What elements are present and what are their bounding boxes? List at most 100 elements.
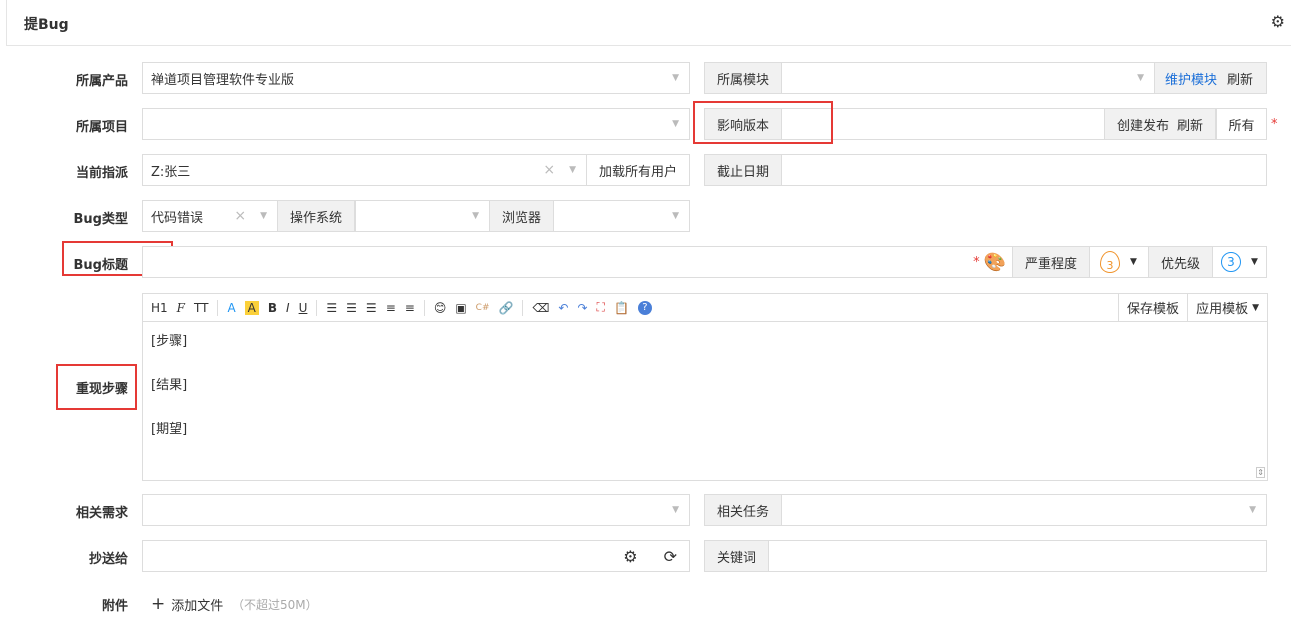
label-files: 附件 bbox=[101, 599, 128, 614]
deadline-label: 截止日期 bbox=[704, 154, 783, 186]
unordered-list-icon[interactable]: ≡ bbox=[405, 301, 415, 315]
plus-icon: + bbox=[151, 594, 166, 614]
module-label: 所属模块 bbox=[704, 62, 783, 94]
required-mark: * bbox=[973, 254, 980, 270]
load-all-label: 加载所有用户 bbox=[598, 164, 677, 180]
page-title: 提Bug bbox=[24, 17, 69, 33]
severity-label: 严重程度 bbox=[1012, 246, 1091, 278]
clear-icon[interactable]: × bbox=[539, 162, 559, 178]
keywords-label: 关键词 bbox=[704, 540, 770, 572]
project-select[interactable]: ▼ bbox=[142, 108, 690, 140]
align-center-icon[interactable]: ☰ bbox=[346, 301, 357, 315]
italic-button[interactable]: I bbox=[286, 301, 290, 315]
assign-select[interactable]: Z:张三 × ▼ bbox=[142, 154, 587, 186]
align-left-icon[interactable]: ☰ bbox=[326, 301, 337, 315]
flame-icon: 3 bbox=[1100, 251, 1120, 273]
module-select[interactable]: ▼ bbox=[781, 62, 1155, 94]
highlight-box bbox=[56, 364, 137, 410]
create-release-link[interactable]: 创建发布 bbox=[1117, 115, 1169, 134]
save-template-button[interactable]: 保存模板 bbox=[1118, 294, 1187, 321]
code-icon[interactable]: C# bbox=[476, 303, 490, 313]
type-value: 代码错误 bbox=[151, 210, 204, 226]
emoji-icon[interactable]: 😊 bbox=[434, 301, 447, 315]
refresh-icon[interactable]: ⟳ bbox=[664, 547, 677, 566]
all-label: 所有 bbox=[1228, 118, 1255, 134]
align-right-icon[interactable]: ☰ bbox=[366, 301, 377, 315]
deadline-input[interactable] bbox=[781, 154, 1267, 186]
label-product: 所属产品 bbox=[75, 74, 128, 89]
refresh-build-link[interactable]: 刷新 bbox=[1177, 115, 1203, 134]
label-mailto: 抄送给 bbox=[88, 552, 128, 567]
file-size-hint: （不超过50M） bbox=[232, 598, 318, 612]
redo-icon[interactable]: ↷ bbox=[577, 301, 587, 315]
os-select[interactable]: ▼ bbox=[355, 200, 490, 232]
browser-label: 浏览器 bbox=[489, 200, 555, 232]
product-select[interactable]: 禅道项目管理软件专业版 ▼ bbox=[142, 62, 690, 94]
eraser-icon[interactable]: ⌫ bbox=[532, 301, 549, 315]
task-label: 相关任务 bbox=[704, 494, 783, 526]
heading-button[interactable]: H1 bbox=[151, 301, 168, 315]
type-select[interactable]: 代码错误 × ▼ bbox=[142, 200, 278, 232]
all-builds-button[interactable]: 所有 bbox=[1216, 108, 1267, 140]
story-select[interactable]: ▼ bbox=[142, 494, 690, 526]
chevron-down-icon: ▼ bbox=[1249, 505, 1256, 515]
gear-icon[interactable]: ⚙ bbox=[1271, 12, 1285, 31]
gear-icon[interactable]: ⚙ bbox=[623, 547, 637, 566]
add-file-label: 添加文件 bbox=[171, 598, 224, 614]
chevron-down-icon: ▼ bbox=[672, 119, 679, 129]
bug-title-input[interactable]: * 🎨 bbox=[142, 246, 1013, 278]
link-icon[interactable]: 🔗 bbox=[499, 301, 514, 315]
chevron-down-icon: ▼ bbox=[672, 211, 679, 221]
label-assign: 当前指派 bbox=[75, 166, 128, 181]
editor-toolbar: H1 F TT A A B I U ☰ ☰ ☰ ≡ ≡ 😊 ▣ C# 🔗 ⌫ ↶ ↷ ⛶ 📋? 保存模… bbox=[143, 294, 1267, 322]
label-story: 相关需求 bbox=[75, 506, 128, 521]
product-value: 禅道项目管理软件专业版 bbox=[151, 72, 295, 88]
severity-select[interactable]: 3 ▼ bbox=[1089, 246, 1149, 278]
apply-template-button[interactable]: 应用模板 ▼ bbox=[1187, 294, 1267, 321]
bold-button[interactable]: B bbox=[268, 301, 277, 315]
help-icon[interactable]: ? bbox=[637, 300, 652, 315]
caret-down-icon: ▼ bbox=[1252, 302, 1259, 313]
page-header bbox=[6, 0, 1291, 46]
browser-select[interactable]: ▼ bbox=[553, 200, 690, 232]
refresh-module-link[interactable]: 刷新 bbox=[1227, 69, 1253, 88]
caret-down-icon: ▼ bbox=[1130, 257, 1137, 267]
chevron-down-icon: ▼ bbox=[472, 211, 479, 221]
maintain-module-link[interactable]: 维护模块 bbox=[1165, 69, 1217, 88]
palette-icon[interactable]: 🎨 bbox=[984, 252, 1006, 273]
ordered-list-icon[interactable]: ≡ bbox=[386, 301, 396, 315]
load-all-users-button[interactable]: 加载所有用户 bbox=[586, 154, 690, 186]
editor-content[interactable]: [步骤] [结果] [期望] bbox=[143, 310, 1267, 462]
undo-icon[interactable]: ↶ bbox=[558, 301, 568, 315]
mailto-select[interactable]: ⚙ ⟳ bbox=[142, 540, 690, 572]
os-label: 操作系统 bbox=[277, 200, 356, 232]
font-family-button[interactable]: F bbox=[177, 301, 185, 315]
priority-badge: 3 bbox=[1221, 252, 1241, 272]
paste-icon[interactable]: 📋 bbox=[614, 301, 629, 315]
clear-icon[interactable]: × bbox=[230, 208, 250, 224]
keywords-input[interactable] bbox=[768, 540, 1267, 572]
chevron-down-icon: ▼ bbox=[1137, 73, 1144, 83]
resize-handle[interactable]: ⇕ bbox=[1256, 467, 1265, 478]
priority-select[interactable]: 3 ▼ bbox=[1212, 246, 1267, 278]
assign-value: Z:张三 bbox=[151, 164, 191, 180]
chevron-down-icon: ▼ bbox=[672, 73, 679, 83]
underline-button[interactable]: U bbox=[299, 301, 308, 315]
priority-label: 优先级 bbox=[1148, 246, 1214, 278]
editor-line: [期望] bbox=[151, 422, 188, 437]
steps-editor[interactable]: H1 F TT A A B I U ☰ ☰ ☰ ≡ ≡ 😊 ▣ C# 🔗 ⌫ ↶ ↷ ⛶ 📋? 保存模… bbox=[142, 293, 1268, 481]
task-select[interactable]: ▼ bbox=[781, 494, 1267, 526]
required-mark: * bbox=[1271, 117, 1278, 132]
fullscreen-icon[interactable]: ⛶ bbox=[597, 300, 605, 315]
highlight-button[interactable]: A bbox=[244, 300, 259, 315]
apply-template-label: 应用模板 bbox=[1196, 302, 1249, 317]
font-color-button[interactable]: A bbox=[227, 301, 235, 315]
image-icon[interactable]: ▣ bbox=[455, 301, 466, 315]
font-size-button[interactable]: TT bbox=[194, 301, 208, 315]
editor-line: [步骤] bbox=[151, 334, 188, 349]
add-file-button[interactable]: + 添加文件 bbox=[151, 594, 223, 614]
label-project: 所属项目 bbox=[75, 120, 128, 135]
label-type: Bug类型 bbox=[73, 212, 128, 227]
chevron-down-icon: ▼ bbox=[569, 165, 576, 175]
chevron-down-icon: ▼ bbox=[260, 211, 267, 221]
